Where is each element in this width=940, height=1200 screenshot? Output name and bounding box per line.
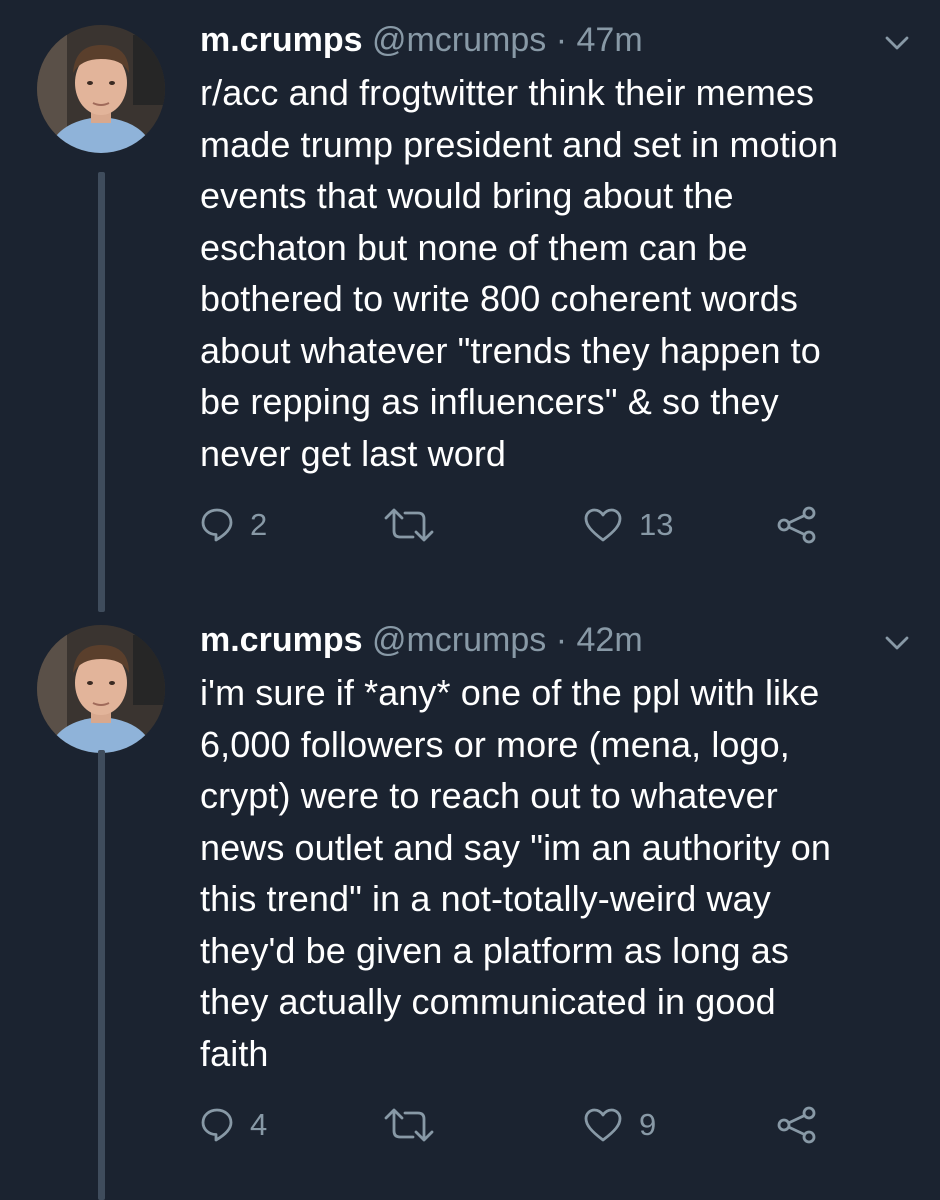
reply-count: 2 — [250, 507, 268, 542]
tweet-header: m.crumps @mcrumps · 47m — [200, 20, 643, 60]
thread-connector-line — [98, 172, 105, 612]
retweet-icon — [384, 1108, 434, 1142]
timestamp[interactable]: 42m — [577, 621, 643, 659]
separator-dot: · — [555, 621, 568, 659]
tweet-header: m.crumps @mcrumps · 42m — [200, 620, 643, 660]
avatar-photo — [37, 625, 165, 753]
like-button[interactable]: 13 — [583, 500, 673, 550]
reply-button[interactable]: 4 — [200, 1100, 267, 1150]
timestamp[interactable]: 47m — [577, 21, 643, 59]
share-button[interactable] — [775, 1100, 819, 1150]
like-icon — [584, 1108, 622, 1142]
user-handle[interactable]: @mcrumps — [372, 21, 546, 59]
share-icon — [777, 1106, 816, 1144]
reply-icon — [201, 508, 233, 542]
retweet-button[interactable] — [383, 1100, 435, 1150]
tweet[interactable]: m.crumps @mcrumps · 42m i'm sure if *any… — [0, 600, 940, 1200]
like-count: 9 — [639, 1107, 657, 1142]
separator-dot: · — [555, 21, 568, 59]
tweet-actions: 2 13 — [200, 500, 900, 550]
user-handle[interactable]: @mcrumps — [372, 621, 546, 659]
retweet-button[interactable] — [383, 500, 435, 550]
display-name[interactable]: m.crumps — [200, 21, 363, 59]
avatar-photo — [37, 25, 165, 153]
share-icon — [777, 506, 816, 544]
thread-connector-line — [98, 750, 105, 1200]
chevron-down-icon[interactable] — [884, 34, 910, 52]
tweet-thread: m.crumps @mcrumps · 47m r/acc and frogtw… — [0, 0, 940, 1200]
like-count: 13 — [639, 507, 674, 542]
display-name[interactable]: m.crumps — [200, 621, 363, 659]
reply-count: 4 — [250, 1107, 268, 1142]
avatar[interactable] — [37, 25, 165, 153]
like-button[interactable]: 9 — [583, 1100, 656, 1150]
avatar[interactable] — [37, 625, 165, 753]
tweet-text: i'm sure if *any* one of the ppl with li… — [200, 672, 832, 1074]
like-icon — [584, 508, 622, 542]
tweet-text: r/acc and frogtwitter think their memes … — [200, 72, 839, 474]
tweet-actions: 4 9 — [200, 1100, 900, 1150]
retweet-icon — [384, 508, 434, 542]
share-button[interactable] — [775, 500, 819, 550]
tweet[interactable]: m.crumps @mcrumps · 47m r/acc and frogtw… — [0, 0, 940, 612]
reply-icon — [201, 1108, 233, 1142]
reply-button[interactable]: 2 — [200, 500, 267, 550]
chevron-down-icon[interactable] — [884, 634, 910, 652]
